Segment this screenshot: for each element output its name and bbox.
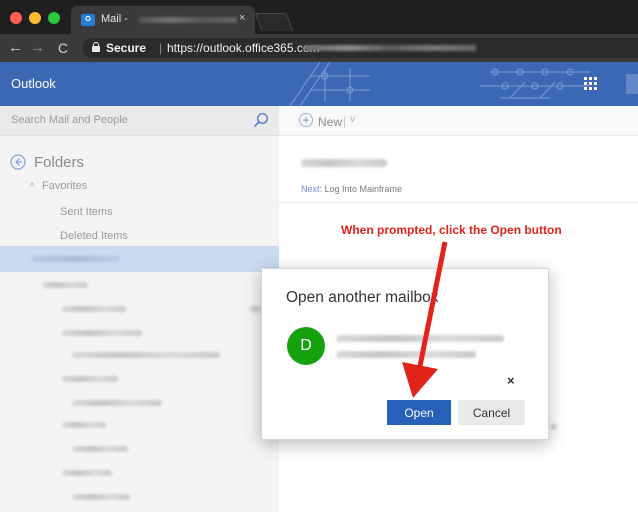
outlook-app-title[interactable]: Outlook bbox=[11, 76, 56, 91]
new-plus-icon[interactable]: + bbox=[299, 113, 313, 127]
folder-redacted[interactable] bbox=[42, 282, 88, 288]
reading-divider bbox=[279, 202, 638, 203]
folders-collapse-icon[interactable] bbox=[10, 154, 26, 170]
folder-redacted[interactable] bbox=[72, 446, 128, 452]
folder-redacted[interactable] bbox=[62, 422, 106, 428]
redacted-text bbox=[32, 256, 120, 262]
avatar: D bbox=[287, 327, 325, 365]
back-arrow-icon[interactable]: ← bbox=[8, 39, 23, 56]
secure-label: Secure bbox=[106, 41, 147, 55]
app-launcher-waffle-icon[interactable] bbox=[584, 77, 597, 90]
empty-text-fragment bbox=[551, 424, 557, 430]
tab-title-redacted bbox=[139, 17, 237, 23]
dialog-title: Open another mailbox bbox=[286, 289, 439, 306]
address-separator: | bbox=[159, 41, 163, 55]
folder-redacted[interactable] bbox=[72, 400, 162, 406]
folder-redacted[interactable] bbox=[62, 470, 112, 476]
favorites-chevron-icon[interactable]: ^ bbox=[30, 181, 34, 191]
tab-title: Mail - bbox=[101, 13, 128, 25]
browser-toolbar: ← → C Secure | https://outlook.office365… bbox=[0, 34, 638, 62]
favorites-heading[interactable]: Favorites bbox=[42, 180, 87, 192]
url-text: https://outlook.office365.com bbox=[167, 41, 320, 55]
window-minimize-button[interactable] bbox=[29, 12, 41, 24]
window-close-button[interactable] bbox=[10, 12, 22, 24]
next-item-text: Log Into Mainframe bbox=[322, 184, 403, 194]
new-button[interactable]: New bbox=[318, 115, 342, 129]
window-zoom-button[interactable] bbox=[48, 12, 60, 24]
remove-mailbox-close-icon[interactable]: × bbox=[507, 373, 515, 388]
next-item-line[interactable]: Next: Log Into Mainframe bbox=[301, 184, 402, 194]
cancel-button[interactable]: Cancel bbox=[458, 400, 525, 425]
reload-icon[interactable]: C bbox=[58, 40, 68, 56]
tab-close-icon[interactable]: × bbox=[239, 12, 245, 24]
outlook-header: Outlook bbox=[0, 62, 638, 106]
folder-redacted[interactable] bbox=[62, 376, 118, 382]
next-prefix: Next: bbox=[301, 184, 323, 194]
header-circuit-pattern-icon bbox=[290, 62, 590, 106]
mailbox-name-redacted[interactable] bbox=[336, 335, 504, 342]
lock-icon bbox=[92, 42, 100, 52]
search-icon[interactable] bbox=[253, 112, 269, 128]
folder-redacted[interactable] bbox=[72, 494, 130, 500]
browser-tab-strip: O Mail - × bbox=[0, 0, 638, 34]
outlook-favicon-icon: O bbox=[81, 14, 95, 26]
folder-redacted[interactable] bbox=[72, 352, 220, 358]
folder-redacted[interactable] bbox=[62, 330, 142, 336]
folder-deleted-items[interactable]: Deleted Items bbox=[60, 230, 128, 242]
address-bar[interactable]: Secure | https://outlook.office365.com bbox=[82, 38, 638, 58]
mailbox-email-redacted[interactable] bbox=[336, 351, 476, 358]
folder-sent-items[interactable]: Sent Items bbox=[60, 206, 113, 218]
command-bar: + New | v bbox=[279, 106, 638, 136]
open-another-mailbox-dialog: Open another mailbox D × Open Cancel bbox=[261, 268, 549, 440]
forward-arrow-icon[interactable]: → bbox=[30, 39, 45, 56]
message-subject-redacted bbox=[301, 159, 387, 167]
url-redacted bbox=[304, 45, 476, 51]
header-account-area[interactable] bbox=[626, 74, 638, 94]
instruction-annotation: When prompted, click the Open button bbox=[341, 223, 562, 237]
folder-redacted[interactable] bbox=[62, 306, 126, 312]
folder-pane: Search Mail and People Folders ^ Favorit… bbox=[0, 106, 279, 512]
new-dropdown-chevron-icon[interactable]: v bbox=[350, 114, 355, 125]
new-separator: | bbox=[343, 114, 347, 128]
open-button[interactable]: Open bbox=[387, 400, 451, 425]
browser-tab-mail[interactable]: O Mail - × bbox=[71, 6, 255, 34]
new-tab-button[interactable] bbox=[254, 13, 294, 31]
folder-selected-redacted[interactable] bbox=[0, 246, 279, 272]
folders-heading[interactable]: Folders bbox=[34, 154, 84, 171]
search-box[interactable]: Search Mail and People bbox=[0, 106, 279, 136]
search-placeholder: Search Mail and People bbox=[11, 114, 128, 126]
